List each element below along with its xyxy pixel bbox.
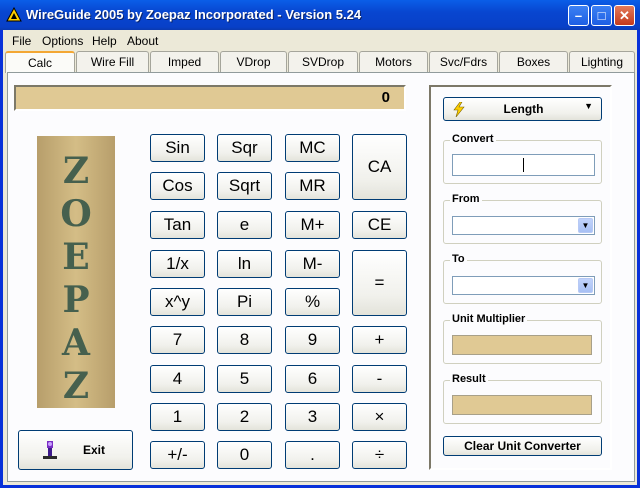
tab-calc[interactable]: Calc bbox=[5, 51, 75, 73]
digit-4-button[interactable]: 4 bbox=[150, 365, 205, 393]
convert-input[interactable] bbox=[452, 154, 595, 176]
tan-button[interactable]: Tan bbox=[150, 211, 205, 239]
from-group: From ▼ bbox=[443, 193, 602, 244]
logo-letter: O bbox=[60, 193, 92, 235]
pi-button[interactable]: Pi bbox=[217, 288, 272, 316]
menu-help[interactable]: Help bbox=[92, 34, 117, 48]
menu-file[interactable]: File bbox=[12, 34, 31, 48]
multiply-button[interactable]: × bbox=[352, 403, 407, 431]
tab-motors[interactable]: Motors bbox=[359, 51, 428, 72]
text-cursor bbox=[523, 158, 524, 172]
clear-entry-button[interactable]: CE bbox=[352, 211, 407, 239]
close-button[interactable]: ✕ bbox=[614, 5, 635, 26]
maximize-button[interactable]: □ bbox=[591, 5, 612, 26]
from-label: From bbox=[450, 193, 482, 205]
result-label: Result bbox=[450, 373, 488, 385]
maximize-icon: □ bbox=[597, 8, 606, 23]
tab-wire-fill[interactable]: Wire Fill bbox=[76, 51, 149, 72]
tab-strip: Calc Wire Fill Imped VDrop SVDrop Motors… bbox=[3, 51, 637, 73]
calculator-display: 0 bbox=[14, 85, 406, 111]
digit-6-button[interactable]: 6 bbox=[285, 365, 340, 393]
decimal-button[interactable]: . bbox=[285, 441, 340, 469]
logo-letter: Z bbox=[62, 365, 90, 407]
logo-letter: E bbox=[62, 236, 90, 278]
exit-button[interactable]: Exit bbox=[18, 430, 133, 470]
menu-options[interactable]: Options bbox=[42, 34, 83, 48]
reciprocal-button[interactable]: 1/x bbox=[150, 250, 205, 278]
app-logo-icon bbox=[6, 7, 22, 22]
zoepaz-logo: Z O E P A Z bbox=[37, 136, 115, 408]
menu-about[interactable]: About bbox=[127, 34, 158, 48]
unit-multiplier-value bbox=[452, 335, 592, 355]
result-value bbox=[452, 395, 592, 415]
sqrt-button[interactable]: Sqrt bbox=[217, 172, 272, 200]
clear-all-button[interactable]: CA bbox=[352, 134, 407, 200]
memory-recall-button[interactable]: MR bbox=[285, 172, 340, 200]
digit-3-button[interactable]: 3 bbox=[285, 403, 340, 431]
minus-button[interactable]: - bbox=[352, 365, 407, 393]
to-select[interactable]: ▼ bbox=[452, 276, 595, 295]
to-group: To ▼ bbox=[443, 253, 602, 304]
digit-0-button[interactable]: 0 bbox=[217, 441, 272, 469]
digit-9-button[interactable]: 9 bbox=[285, 326, 340, 354]
tab-lighting[interactable]: Lighting bbox=[569, 51, 635, 72]
convert-group: Convert bbox=[443, 133, 602, 184]
digit-2-button[interactable]: 2 bbox=[217, 403, 272, 431]
dropdown-arrow-icon: ▼ bbox=[584, 101, 593, 111]
unit-multiplier-group: Unit Multiplier bbox=[443, 313, 602, 364]
from-select[interactable]: ▼ bbox=[452, 216, 595, 235]
sqr-button[interactable]: Sqr bbox=[217, 134, 272, 162]
divide-button[interactable]: ÷ bbox=[352, 441, 407, 469]
to-label: To bbox=[450, 253, 467, 265]
exit-door-icon bbox=[43, 441, 57, 459]
chevron-down-icon[interactable]: ▼ bbox=[578, 278, 593, 293]
plus-button[interactable]: + bbox=[352, 326, 407, 354]
equals-button[interactable]: = bbox=[352, 250, 407, 316]
sign-toggle-button[interactable]: +/- bbox=[150, 441, 205, 469]
unit-multiplier-label: Unit Multiplier bbox=[450, 313, 528, 325]
menu-bar: File Options Help About bbox=[3, 30, 637, 50]
close-icon: ✕ bbox=[619, 8, 630, 23]
tab-imped[interactable]: Imped bbox=[150, 51, 219, 72]
chevron-down-icon[interactable]: ▼ bbox=[578, 218, 593, 233]
ln-button[interactable]: ln bbox=[217, 250, 272, 278]
cos-button[interactable]: Cos bbox=[150, 172, 205, 200]
power-button[interactable]: x^y bbox=[150, 288, 205, 316]
memory-add-button[interactable]: M+ bbox=[285, 211, 340, 239]
logo-letter: P bbox=[62, 279, 90, 321]
digit-5-button[interactable]: 5 bbox=[217, 365, 272, 393]
conversion-type-label: Length bbox=[503, 102, 544, 116]
title-bar[interactable]: WireGuide 2005 by Zoepaz Incorporated - … bbox=[0, 0, 640, 30]
memory-clear-button[interactable]: MC bbox=[285, 134, 340, 162]
sin-button[interactable]: Sin bbox=[150, 134, 205, 162]
window-title: WireGuide 2005 by Zoepaz Incorporated - … bbox=[26, 7, 362, 22]
digit-1-button[interactable]: 1 bbox=[150, 403, 205, 431]
result-group: Result bbox=[443, 373, 602, 424]
conversion-type-dropdown[interactable]: Length ▼ bbox=[443, 97, 602, 121]
tab-vdrop[interactable]: VDrop bbox=[220, 51, 287, 72]
logo-letter: A bbox=[62, 322, 90, 364]
memory-subtract-button[interactable]: M- bbox=[285, 250, 340, 278]
digit-7-button[interactable]: 7 bbox=[150, 326, 205, 354]
tab-boxes[interactable]: Boxes bbox=[499, 51, 568, 72]
e-button[interactable]: e bbox=[217, 211, 272, 239]
minimize-button[interactable]: – bbox=[568, 5, 589, 26]
percent-button[interactable]: % bbox=[285, 288, 340, 316]
convert-label: Convert bbox=[450, 133, 496, 145]
clear-unit-converter-button[interactable]: Clear Unit Converter bbox=[443, 436, 602, 456]
digit-8-button[interactable]: 8 bbox=[217, 326, 272, 354]
minimize-icon: – bbox=[574, 8, 583, 23]
tab-svdrop[interactable]: SVDrop bbox=[288, 51, 358, 72]
tab-svc-fdrs[interactable]: Svc/Fdrs bbox=[429, 51, 498, 72]
exit-label: Exit bbox=[83, 443, 106, 457]
logo-letter: Z bbox=[62, 150, 90, 192]
